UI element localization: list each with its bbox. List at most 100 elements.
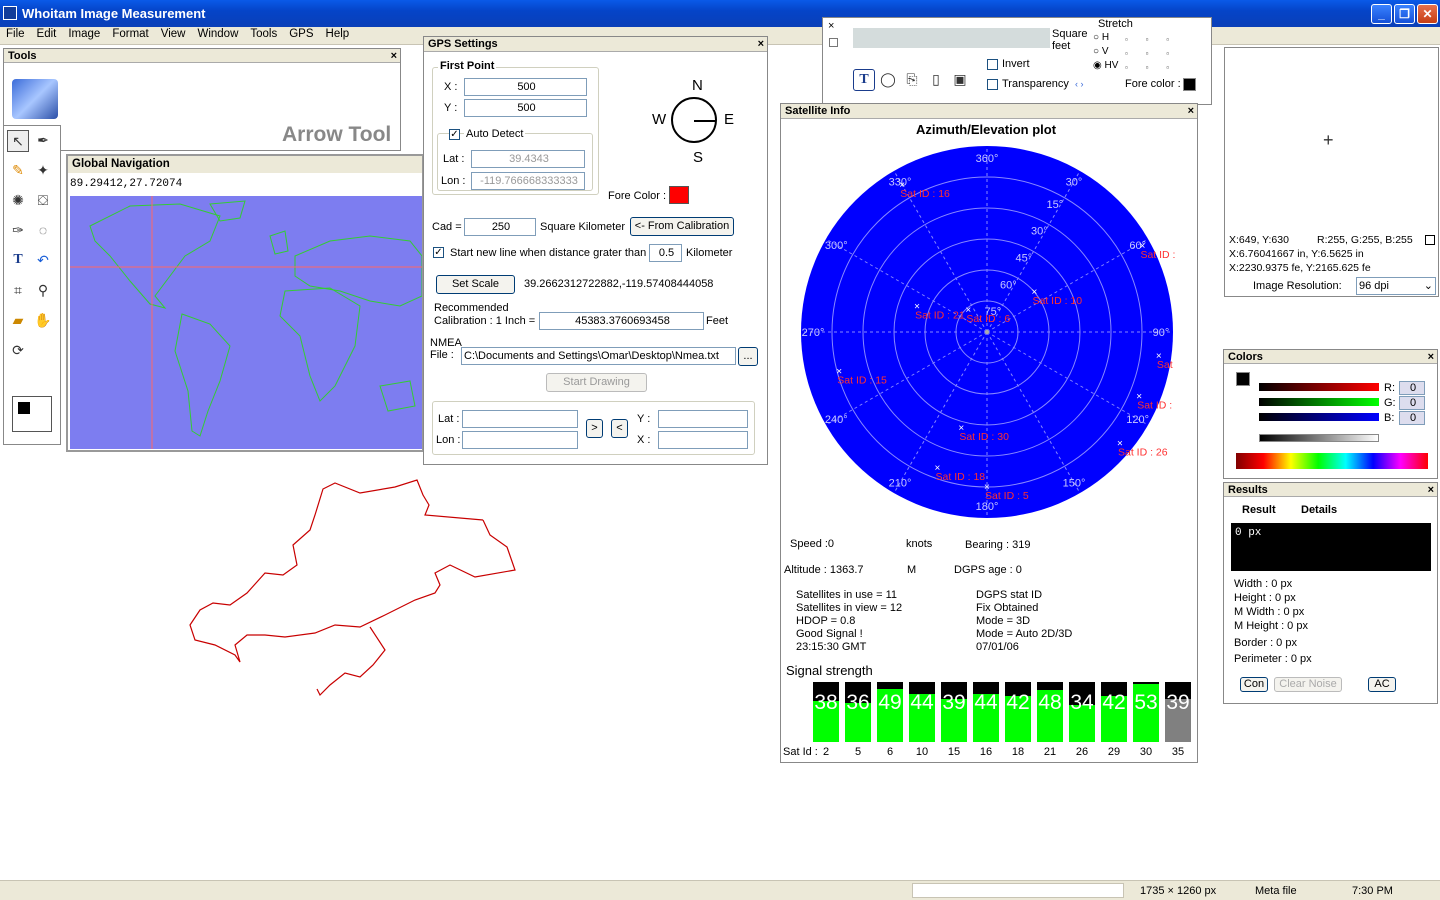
azimuth-label: 120° — [1126, 414, 1149, 426]
from-calibration-button[interactable]: <- From Calibration — [630, 217, 734, 236]
con-button[interactable]: Con — [1240, 677, 1268, 692]
web-tool-icon[interactable]: ✺ — [7, 190, 29, 212]
ac-button[interactable]: AC — [1368, 677, 1396, 692]
world-map[interactable] — [70, 196, 422, 449]
lat2-input[interactable] — [462, 410, 578, 428]
fore-color-swatch[interactable] — [669, 186, 689, 204]
stretch-controls[interactable]: ▫ ▫ ▫ ▫ ▫ ▫ ▫ ▫ ▫ — [1125, 33, 1169, 75]
signal-bar: 48 — [1037, 682, 1063, 742]
foreground-color[interactable] — [18, 402, 30, 414]
menu-tools[interactable]: Tools — [244, 27, 283, 41]
green-slider[interactable] — [1259, 398, 1379, 406]
calibration-input[interactable]: 45383.3760693458 — [539, 312, 704, 330]
stretch-hv-radio[interactable]: ◉ HV — [1093, 60, 1118, 71]
next-button[interactable]: > — [586, 419, 603, 438]
gray-slider[interactable] — [1259, 434, 1379, 442]
new-document-icon[interactable]: ▯ — [925, 69, 947, 91]
maximize-icon[interactable]: ❐ — [1394, 4, 1415, 24]
menu-window[interactable]: Window — [191, 27, 244, 41]
magic-wand-icon[interactable]: ✦ — [32, 160, 54, 182]
ellipse-icon[interactable]: ◯ — [877, 69, 899, 91]
close-icon[interactable]: × — [828, 20, 834, 32]
nmea-file-input[interactable]: C:\Documents and Settings\Omar\Desktop\N… — [461, 347, 736, 365]
lat-input[interactable]: 39.4343 — [471, 150, 585, 168]
menu-gps[interactable]: GPS — [283, 27, 319, 41]
lon2-input[interactable] — [462, 431, 578, 449]
dropper-icon[interactable]: ⚲ — [32, 280, 54, 302]
pencil-icon[interactable]: ✎ — [7, 160, 29, 182]
arrow-tool-icon[interactable]: ↖ — [7, 130, 29, 152]
x2-label: X : — [637, 434, 651, 446]
details-tab[interactable]: Details — [1301, 504, 1337, 516]
invert-checkbox[interactable] — [987, 59, 998, 70]
b-input[interactable]: 0 — [1399, 411, 1425, 425]
result-tab[interactable]: Result — [1242, 504, 1276, 516]
y-input[interactable]: 500 — [464, 99, 587, 117]
result-line: Width : 0 px — [1234, 578, 1293, 590]
current-color-swatch[interactable] — [1236, 372, 1250, 386]
color-spectrum[interactable] — [1236, 453, 1428, 469]
lon-input[interactable]: -119.766668333333 — [471, 172, 585, 190]
close-icon[interactable]: × — [1188, 104, 1194, 118]
browse-button[interactable]: ... — [738, 347, 758, 366]
close-icon[interactable]: × — [1428, 350, 1434, 364]
eyedropper-icon[interactable]: ✒ — [32, 130, 54, 152]
transparency-slider[interactable]: ‹ › — [1075, 79, 1084, 89]
close-icon[interactable]: ✕ — [1417, 4, 1438, 24]
save-icon[interactable]: ▣ — [949, 69, 971, 91]
menu-image[interactable]: Image — [62, 27, 106, 41]
rotate-icon[interactable]: ⟳ — [7, 340, 29, 362]
crop-tool-icon[interactable]: ⌗ — [7, 280, 29, 302]
perimeter-value: Perimeter : 0 px — [1234, 653, 1312, 665]
satellite-label: Sat ID : 26 — [1118, 447, 1168, 459]
signal-sat-id: 2 — [822, 746, 830, 758]
stretch-v-radio[interactable]: ○ V — [1093, 46, 1109, 57]
color-swatch[interactable] — [12, 396, 52, 432]
y-label: Y : — [444, 102, 458, 114]
undo-icon[interactable]: ↶ — [32, 250, 54, 272]
status-clock: 7:30 PM — [1352, 885, 1393, 897]
menu-file[interactable]: File — [0, 27, 31, 41]
prev-button[interactable]: < — [611, 419, 628, 438]
transparency-checkbox[interactable] — [987, 79, 998, 90]
red-slider[interactable] — [1259, 383, 1379, 391]
clear-noise-button[interactable]: Clear Noise — [1274, 677, 1342, 692]
new-line-checkbox[interactable]: ✓ — [433, 247, 444, 258]
start-drawing-button[interactable]: Start Drawing — [546, 373, 647, 392]
global-navigation-title: Global Navigation — [68, 156, 422, 173]
close-icon[interactable]: × — [391, 49, 397, 63]
set-scale-button[interactable]: Set Scale — [436, 275, 515, 294]
hand-icon[interactable]: ✋ — [32, 310, 54, 332]
menu-view[interactable]: View — [155, 27, 192, 41]
blue-slider[interactable] — [1259, 413, 1379, 421]
stretch-h-radio[interactable]: ○ H — [1093, 32, 1109, 43]
satellite-info-title: Satellite Info — [785, 105, 851, 117]
fore-color-swatch[interactable] — [1183, 78, 1196, 91]
menu-format[interactable]: Format — [106, 27, 154, 41]
close-icon[interactable]: × — [758, 37, 764, 51]
close-icon[interactable]: × — [1428, 483, 1434, 497]
x2-input[interactable] — [658, 431, 748, 449]
gps-track — [189, 479, 516, 697]
signal-bar: 53 — [1133, 682, 1159, 742]
y2-input[interactable] — [658, 410, 748, 428]
auto-detect-checkbox[interactable]: ✓ — [449, 129, 460, 140]
cad-input[interactable]: 250 — [464, 218, 536, 236]
pen-tool-icon[interactable]: ✑ — [7, 220, 29, 242]
paint-bucket-icon[interactable]: ⛋ — [32, 190, 54, 212]
minimize-icon[interactable]: _ — [1371, 4, 1392, 24]
restore-icon[interactable] — [829, 38, 838, 47]
menu-edit[interactable]: Edit — [31, 27, 63, 41]
paste-icon[interactable]: ⎘ — [901, 69, 923, 91]
text-tool-icon[interactable]: T — [853, 69, 875, 91]
new-line-distance-input[interactable]: 0.5 — [649, 244, 682, 262]
status-bar: 1735 × 1260 px Meta file 7:30 PM — [0, 880, 1440, 900]
text-tool-icon[interactable]: T — [7, 250, 29, 272]
resolution-select[interactable]: 96 dpi ⌄ — [1356, 277, 1436, 295]
g-input[interactable]: 0 — [1399, 396, 1425, 410]
x-input[interactable]: 500 — [464, 78, 587, 96]
r-input[interactable]: 0 — [1399, 381, 1425, 395]
lasso-icon[interactable]: ◌ — [32, 220, 54, 242]
menu-help[interactable]: Help — [320, 27, 356, 41]
ruler-icon[interactable]: ▰ — [7, 310, 29, 332]
